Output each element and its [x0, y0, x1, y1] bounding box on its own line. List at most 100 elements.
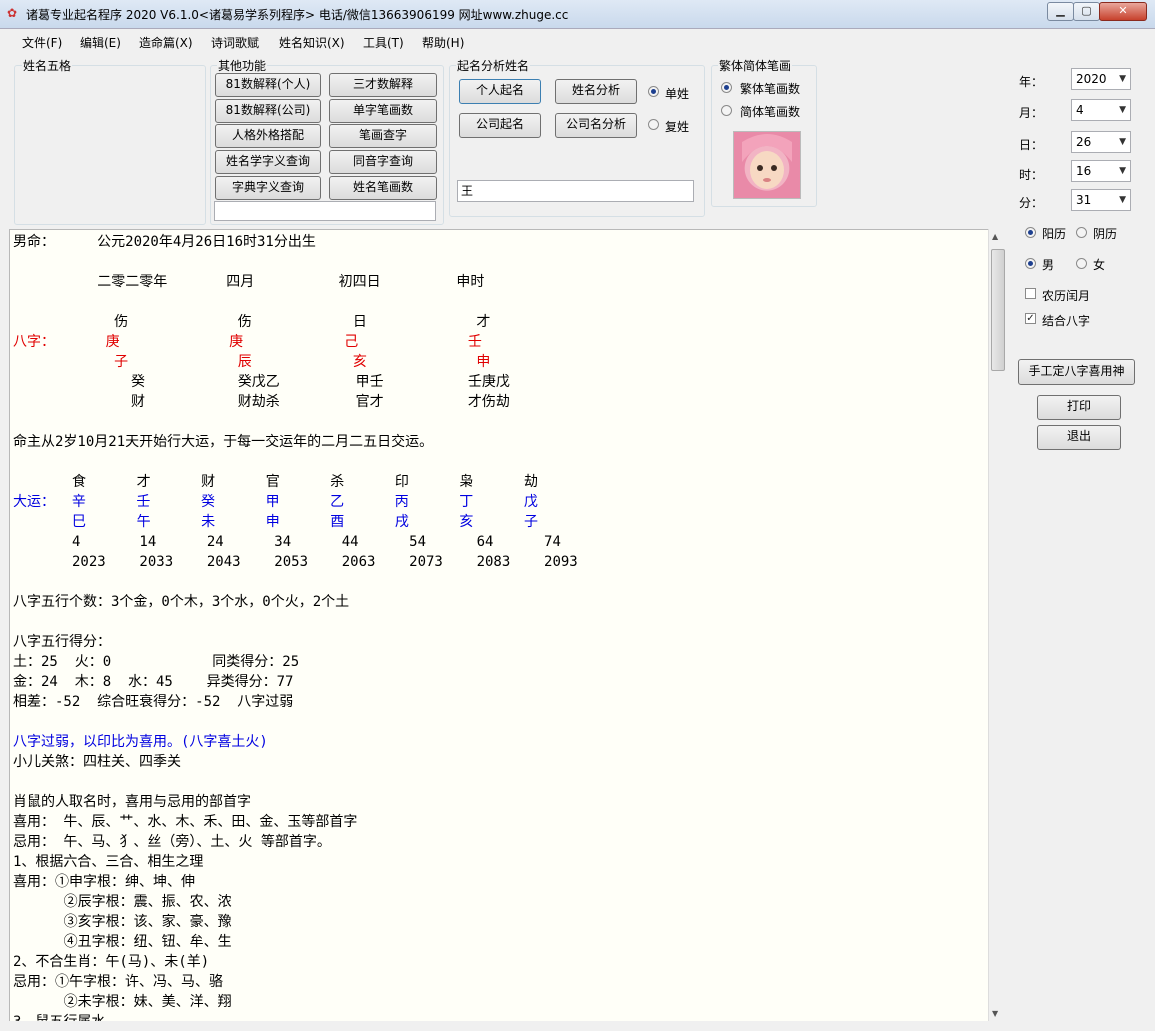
year-label: 年： [1019, 75, 1044, 89]
month-label: 月： [1019, 106, 1044, 120]
other-input[interactable] [214, 201, 436, 221]
solar-radio[interactable] [1025, 227, 1036, 238]
hour-select[interactable]: 16 ▼ [1071, 160, 1131, 182]
day-value: 26 [1076, 135, 1092, 149]
analysis-group-title: 起名分析姓名 [456, 57, 531, 74]
vertical-scrollbar[interactable]: ▲ ▼ [988, 229, 1006, 1021]
content-line: 忌用： 午、马、犭、丝（旁）、土、火 等部首字。 [13, 834, 331, 850]
button-sancai[interactable]: 三才数解释 [329, 73, 437, 97]
content-line: 二零二零年 四月 初四日 申时 [13, 274, 485, 290]
minute-value: 31 [1076, 193, 1092, 207]
button-name-stroke[interactable]: 姓名笔画数 [329, 176, 437, 200]
minute-label: 分： [1019, 196, 1044, 210]
simplified-stroke-radio[interactable] [721, 105, 732, 116]
month-select[interactable]: 4 ▼ [1071, 99, 1131, 121]
result-text-area[interactable]: 男命： 公元2020年4月26日16时31分出生 二零二零年 四月 初四日 申时… [9, 229, 990, 1023]
wuge-group-title: 姓名五格 [22, 57, 73, 74]
day-select[interactable]: 26 ▼ [1071, 131, 1131, 153]
chevron-down-icon: ▼ [1119, 105, 1126, 115]
content-line: 喜用： 牛、辰、艹、水、木、禾、田、金、玉等部首字 [13, 814, 358, 830]
content-line: 财 财劫杀 官才 才伤劫 [13, 394, 510, 410]
button-renge-waige[interactable]: 人格外格搭配 [215, 124, 321, 148]
leap-month-label: 农历闰月 [1042, 289, 1091, 303]
chevron-down-icon: ▼ [1119, 137, 1126, 147]
menu-edit[interactable]: 编辑(E) [80, 34, 121, 51]
stroke-group-title: 繁体简体笔画 [718, 57, 793, 74]
content-line: ②未字根：妹、美、洋、翔 [13, 994, 232, 1010]
wuge-group [14, 65, 206, 225]
maximize-icon[interactable]: ▢ [1073, 2, 1100, 21]
button-stroke-lookup[interactable]: 笔画查字 [329, 124, 437, 148]
button-81-personal[interactable]: 81数解释(个人) [215, 73, 321, 97]
exit-button[interactable]: 退出 [1037, 425, 1121, 450]
menu-poetry[interactable]: 诗词歌赋 [211, 34, 259, 51]
content-line: 伤 伤 日 才 [13, 314, 491, 330]
menu-zaoming[interactable]: 造命篇(X) [139, 34, 193, 51]
year-select[interactable]: 2020 ▼ [1071, 68, 1131, 90]
close-icon[interactable]: ✕ [1099, 2, 1147, 21]
personal-name-button[interactable]: 个人起名 [459, 79, 541, 104]
content-line: 八字五行个数：3个金，0个木，3个水，0个火，2个土 [13, 594, 350, 610]
company-name-button[interactable]: 公司起名 [459, 113, 541, 138]
company-analysis-button[interactable]: 公司名分析 [555, 113, 637, 138]
content-line: 大运： 辛 壬 癸 甲 乙 丙 丁 戊 [13, 494, 538, 510]
scroll-up-icon[interactable]: ▲ [992, 232, 998, 241]
month-value: 4 [1076, 103, 1084, 117]
content-line: 八字： 庚 庚 己 壬 [13, 334, 482, 350]
female-label: 女 [1093, 258, 1106, 272]
male-radio[interactable] [1025, 258, 1036, 269]
window-title: 诸葛专业起名程序 2020 V6.1.0<诸葛易学系列程序> 电话/微信1366… [26, 8, 569, 22]
lunar-label: 阴历 [1093, 227, 1118, 241]
double-surname-radio[interactable] [648, 119, 659, 130]
solar-label: 阳历 [1042, 227, 1067, 241]
button-homophone[interactable]: 同音字查询 [329, 150, 437, 174]
minute-select[interactable]: 31 ▼ [1071, 189, 1131, 211]
print-button[interactable]: 打印 [1037, 395, 1121, 420]
scrollbar-thumb[interactable] [991, 249, 1005, 371]
simplified-stroke-label: 简体笔画数 [740, 105, 801, 119]
content-line: ④丑字根：纽、钮、牟、生 [13, 934, 232, 950]
content-line: 1、根据六合、三合、相生之理 [13, 854, 204, 870]
app-flower-icon: ✿ [7, 6, 18, 20]
menu-file[interactable]: 文件(F) [22, 34, 62, 51]
chevron-down-icon: ▼ [1119, 74, 1126, 84]
content-line: 小儿关煞：四柱关、四季关 [13, 754, 181, 770]
hour-value: 16 [1076, 164, 1092, 178]
combine-bazi-checkbox[interactable]: ✓ [1025, 313, 1036, 324]
minimize-icon[interactable]: ▁ [1047, 2, 1074, 21]
double-surname-label: 复姓 [665, 120, 690, 134]
leap-month-checkbox[interactable] [1025, 288, 1036, 299]
day-label: 日： [1019, 138, 1044, 152]
content-line: 4 14 24 34 44 54 64 74 [13, 534, 561, 550]
chevron-down-icon: ▼ [1119, 195, 1126, 205]
manual-xiyong-button[interactable]: 手工定八字喜用神 [1018, 359, 1135, 385]
content-line: 金：24 木：8 水：45 异类得分：77 [13, 674, 294, 690]
chevron-down-icon: ▼ [1119, 166, 1126, 176]
button-name-meaning[interactable]: 姓名学字义查询 [215, 150, 321, 174]
single-surname-radio[interactable] [648, 86, 659, 97]
male-label: 男 [1042, 258, 1055, 272]
button-single-stroke[interactable]: 单字笔画数 [329, 99, 437, 123]
scroll-down-icon[interactable]: ▼ [992, 1009, 998, 1018]
button-dictionary[interactable]: 字典字义查询 [215, 176, 321, 200]
menu-help[interactable]: 帮助(H) [422, 34, 464, 51]
content-line: 相差：-52 综合旺衰得分：-52 八字过弱 [13, 694, 294, 710]
content-line: 巳 午 未 申 酉 戌 亥 子 [13, 514, 539, 530]
female-radio[interactable] [1076, 258, 1087, 269]
name-analysis-button[interactable]: 姓名分析 [555, 79, 637, 104]
menu-tools[interactable]: 工具(T) [363, 34, 404, 51]
single-surname-label: 单姓 [665, 87, 690, 101]
menu-name-knowledge[interactable]: 姓名知识(X) [279, 34, 345, 51]
content-line: 命主从2岁10月21天开始行大运，于每一交运年的二月二五日交运。 [13, 434, 434, 450]
button-81-company[interactable]: 81数解释(公司) [215, 99, 321, 123]
combine-bazi-label: 结合八字 [1042, 314, 1091, 328]
content-line: ②辰字根：震、振、农、浓 [13, 894, 232, 910]
traditional-stroke-radio[interactable] [721, 82, 732, 93]
content-line: 食 才 财 官 杀 印 枭 劫 [13, 474, 539, 490]
lunar-radio[interactable] [1076, 227, 1087, 238]
content-line: 土：25 火：0 同类得分：25 [13, 654, 300, 670]
content-line: 忌用：①午字根：许、冯、马、骆 [13, 974, 223, 990]
content-line: 2023 2033 2043 2053 2063 2073 2083 2093 [13, 554, 578, 570]
surname-input[interactable]: 王 [457, 180, 694, 202]
content-line: 子 辰 亥 申 [13, 354, 491, 370]
